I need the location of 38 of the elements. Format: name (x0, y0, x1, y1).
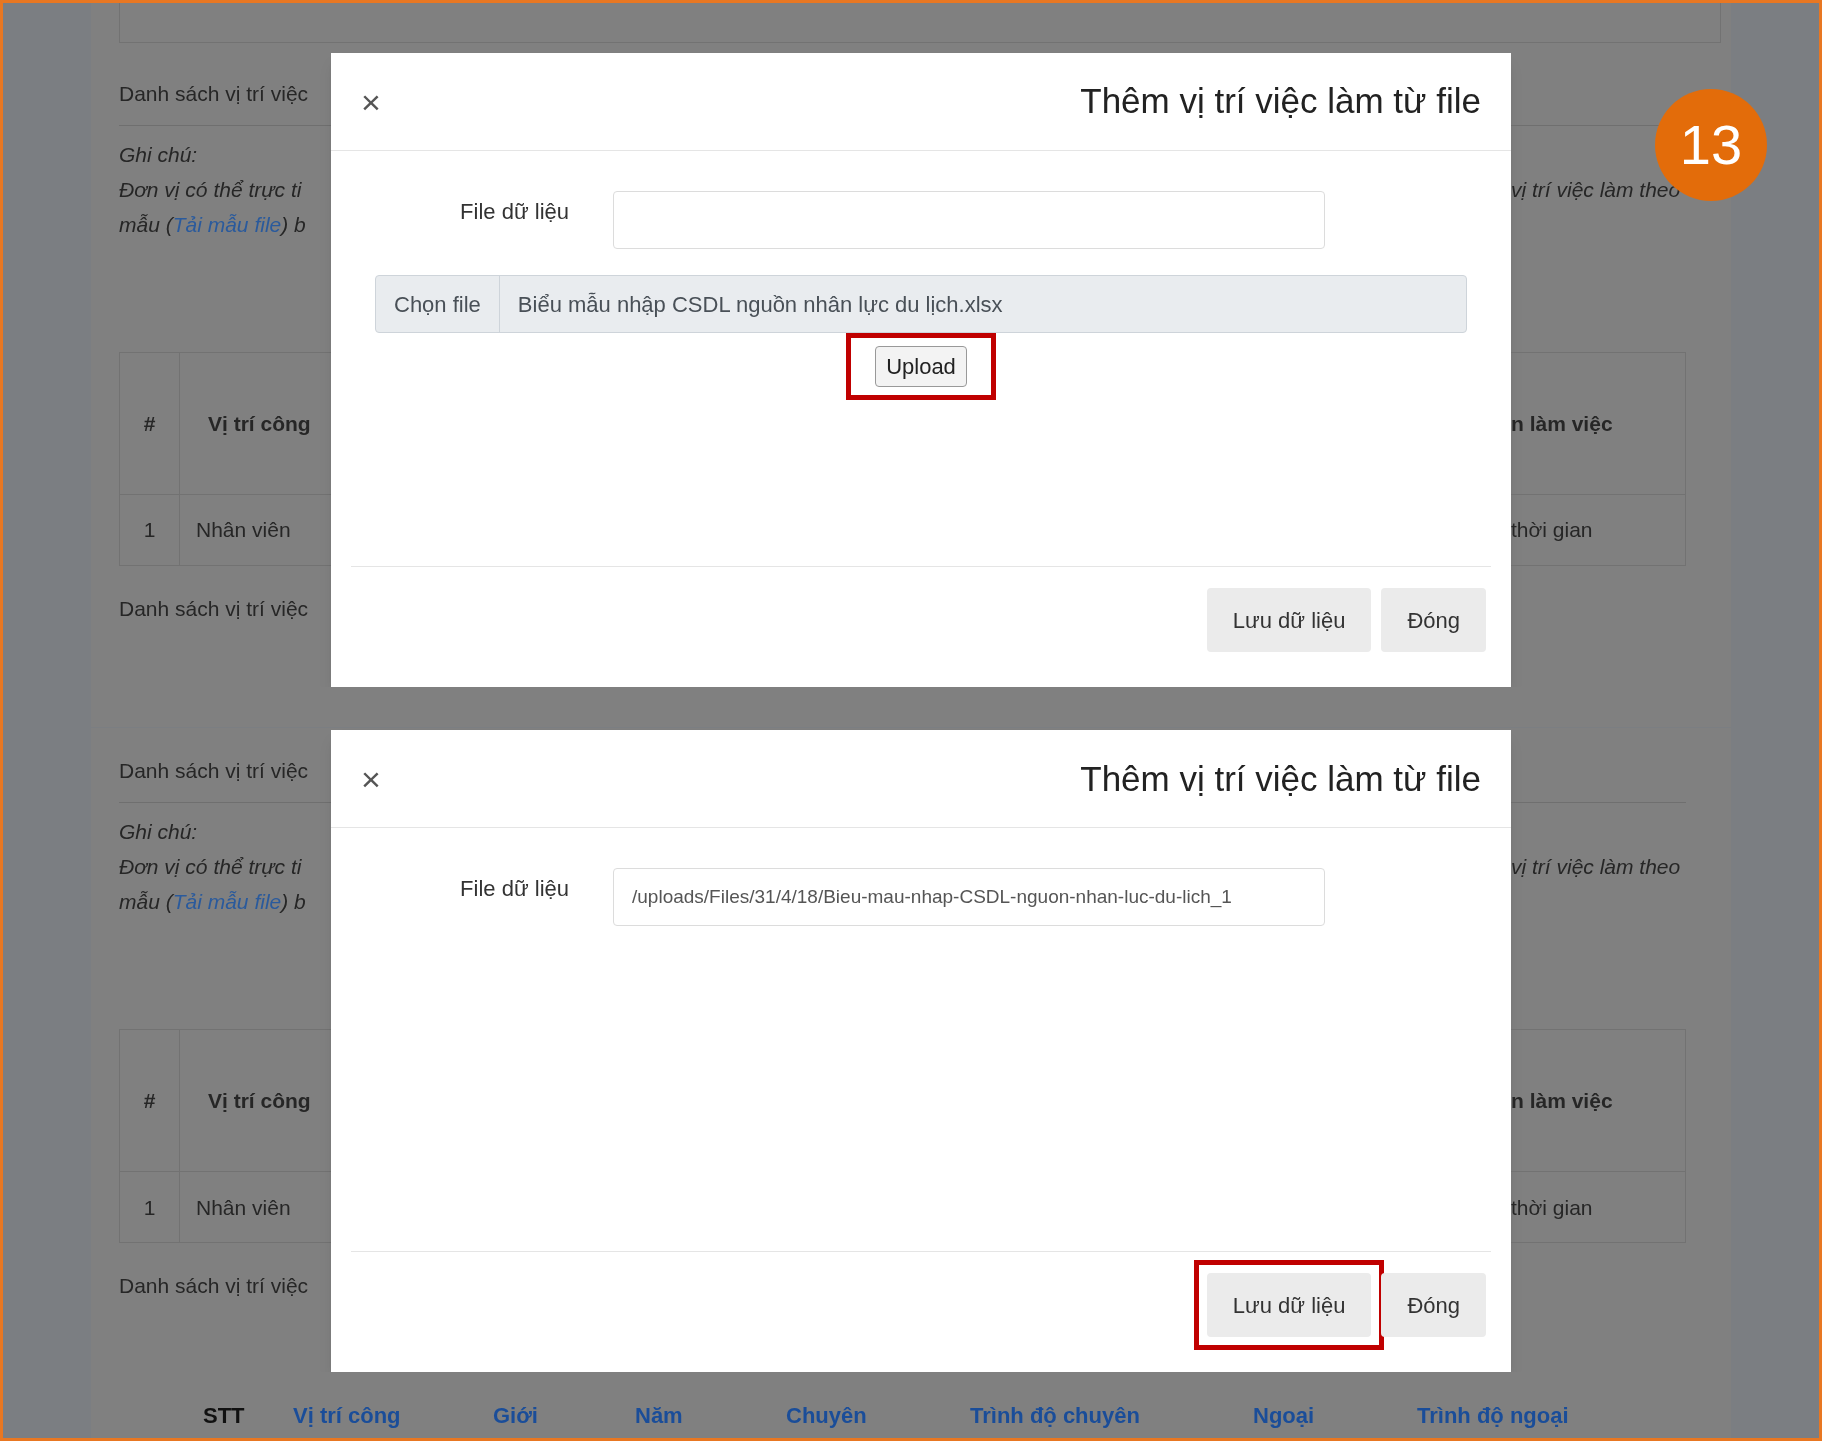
table-cell-text: thời gian (1511, 517, 1593, 544)
note-text: vị trí việc làm theo (1511, 854, 1681, 880)
note-text: mẫu (Tải mẫu file) b (119, 211, 306, 238)
column-header: STT (203, 1403, 245, 1428)
input-field[interactable] (613, 191, 1325, 249)
table-header-cell-text: n làm việc (1511, 1088, 1613, 1115)
table-header-cell-text: # (143, 410, 156, 437)
note-text: mẫu (Tải mẫu file) b (119, 889, 306, 915)
table-header-cell-text: n làm việc (1511, 410, 1613, 437)
field-label: File dữ liệu (460, 876, 569, 902)
close-button[interactable]: × (361, 762, 381, 796)
table-header-cell-text: # (143, 1088, 156, 1115)
section-heading: Danh sách vị trí việc (119, 1273, 309, 1299)
footer-button[interactable]: Đóng (1381, 588, 1486, 653)
note-text: Đơn vị có thể trực ti (119, 176, 302, 203)
table-cell-text: Nhân viên (196, 517, 291, 544)
upload-button[interactable]: Upload (875, 346, 967, 387)
footer-button[interactable]: Đóng (1381, 1273, 1486, 1337)
modal-title: Thêm vị trí việc làm từ file (1080, 757, 1481, 800)
section-heading: Danh sách vị trí việc (119, 80, 309, 107)
note-text: Đơn vị có thể trực ti (119, 854, 302, 880)
modal-title: Thêm vị trí việc làm từ file (1080, 80, 1481, 123)
table-header-cell-text: Vị trí công (208, 1088, 311, 1115)
file-picker[interactable]: Chọn file Biểu mẫu nhập CSDL nguồn nhân lực du lịch.xlsx (375, 275, 1467, 333)
table-cell-text: thời gian (1511, 1194, 1593, 1221)
section-heading: Danh sách vị trí việc (119, 595, 309, 622)
table-cell-text: Nhân viên (196, 1194, 291, 1221)
table-cell-text: 1 (143, 517, 156, 544)
close-button[interactable]: × (361, 84, 381, 119)
input-field[interactable]: /uploads/Files/31/4/18/Bieu-mau-nhap-CSDL-nguon-nhan-luc-du-lich_1 (613, 868, 1325, 927)
table-header-cell-text: Vị trí công (208, 410, 311, 437)
footer-button[interactable]: Lưu dữ liệu (1206, 1273, 1372, 1337)
field-label: File dữ liệu (460, 199, 569, 224)
note-label: Ghi chú: (119, 819, 198, 845)
note-label: Ghi chú: (119, 141, 198, 168)
section-heading: Danh sách vị trí việc (119, 758, 309, 784)
footer-button[interactable]: Lưu dữ liệu (1206, 588, 1372, 653)
table-cell-text: 1 (143, 1194, 156, 1221)
